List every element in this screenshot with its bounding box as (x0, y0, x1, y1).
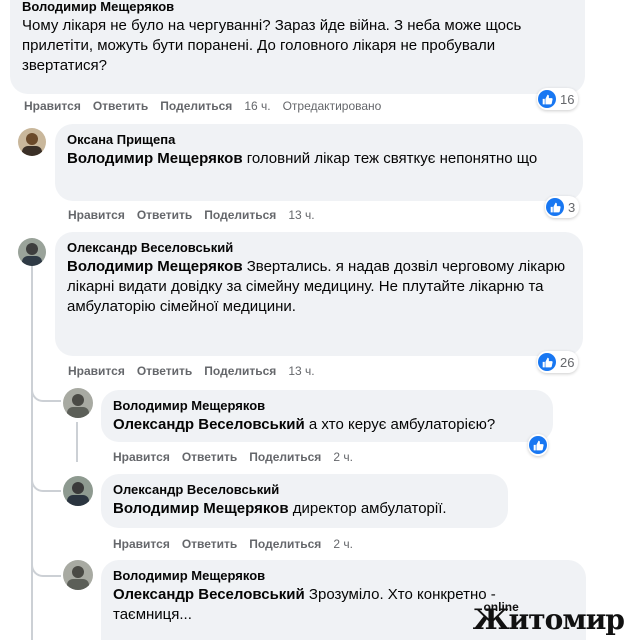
thumbs-up-icon (546, 198, 564, 216)
timestamp[interactable]: 2 ч. (333, 450, 353, 464)
comment-actions: Нравится Ответить Поделиться 16 ч. Отред… (24, 99, 381, 113)
comment-author[interactable]: Володимир Мещеряков (113, 398, 541, 413)
timestamp[interactable]: 16 ч. (244, 99, 270, 113)
comment-actions: Нравится Ответить Поделиться 13 ч. (68, 208, 315, 222)
reply-button[interactable]: Ответить (182, 537, 237, 551)
comment-text: Володимир Мещеряков директор амбулаторії… (113, 499, 496, 519)
comment-text: Олександр Веселовський а хто керує амбул… (113, 415, 541, 435)
comment-author[interactable]: Оксана Прищепа (67, 132, 571, 147)
comment-body: головний лікар теж святкує непонятно що (242, 150, 538, 167)
comment-bubble: Олександр Веселовський Володимир Мещеряк… (101, 474, 508, 528)
comment-bubble: Олександр Веселовський Володимир Мещеряк… (55, 232, 583, 356)
share-button[interactable]: Поделиться (249, 537, 321, 551)
thread-line (31, 238, 33, 640)
thread-connector (31, 370, 61, 402)
thumbs-up-icon (538, 90, 556, 108)
timestamp[interactable]: 2 ч. (333, 537, 353, 551)
like-button[interactable]: Нравится (113, 537, 170, 551)
comment-author[interactable]: Володимир Мещеряков (113, 568, 574, 583)
thread-connector (31, 545, 61, 577)
reaction-number: 16 (560, 91, 575, 107)
avatar[interactable] (63, 560, 93, 590)
reaction-number: 3 (568, 199, 576, 215)
comment-bubble: Володимир Мещеряков Чому лікаря не було … (10, 0, 585, 94)
reaction-count[interactable]: 16 (537, 88, 579, 110)
edited-label: Отредактировано (282, 99, 382, 113)
like-button[interactable]: Нравится (113, 450, 170, 464)
mention-link[interactable]: Олександр Веселовський (113, 416, 305, 433)
mention-link[interactable]: Олександр Веселовський (113, 586, 305, 603)
share-button[interactable]: Поделиться (160, 99, 232, 113)
reply-button[interactable]: Ответить (182, 450, 237, 464)
comment-actions: Нравится Ответить Поделиться 2 ч. (113, 450, 353, 464)
avatar[interactable] (18, 128, 46, 156)
comment-bubble: Оксана Прищепа Володимир Мещеряков голов… (55, 124, 583, 201)
mention-link[interactable]: Володимир Мещеряков (67, 150, 243, 167)
comment-body: директор амбулаторії. (288, 500, 447, 517)
comment-actions: Нравится Ответить Поделиться 2 ч. (113, 537, 353, 551)
comment-bubble: Володимир Мещеряков Олександр Веселовськ… (101, 390, 553, 442)
timestamp[interactable]: 13 ч. (288, 208, 314, 222)
avatar[interactable] (18, 238, 46, 266)
comment-author[interactable]: Олександр Веселовський (113, 482, 496, 497)
comment-text: Чому лікаря не було на чергуванні? Зараз… (22, 17, 522, 74)
thumbs-up-icon (538, 353, 556, 371)
like-button[interactable]: Нравится (68, 364, 125, 378)
reaction-count[interactable]: 26 (537, 351, 579, 373)
mention-link[interactable]: Володимир Мещеряков (67, 258, 243, 275)
reply-button[interactable]: Ответить (93, 99, 148, 113)
avatar[interactable] (63, 476, 93, 506)
avatar[interactable] (63, 388, 93, 418)
watermark-city: Житомир (472, 603, 625, 636)
timestamp[interactable]: 13 ч. (288, 364, 314, 378)
share-button[interactable]: Поделиться (204, 208, 276, 222)
like-button[interactable]: Нравится (24, 99, 81, 113)
reply-button[interactable]: Ответить (137, 364, 192, 378)
reply-button[interactable]: Ответить (137, 208, 192, 222)
reaction-number: 26 (560, 354, 575, 370)
thread-connector (31, 460, 61, 492)
like-button[interactable]: Нравится (68, 208, 125, 222)
site-watermark: online Житомир (473, 600, 625, 636)
thumbs-up-icon (529, 436, 547, 454)
comment-body: а хто керує амбулаторією? (304, 416, 496, 433)
comment-author[interactable]: Олександр Веселовський (67, 240, 571, 255)
comment-author[interactable]: Володимир Мещеряков (22, 0, 573, 14)
share-button[interactable]: Поделиться (204, 364, 276, 378)
comment-actions: Нравится Ответить Поделиться 13 ч. (68, 364, 315, 378)
thread-line (76, 422, 78, 462)
reaction-count[interactable]: 3 (545, 196, 580, 218)
comment-text: Володимир Мещеряков головний лікар теж с… (67, 149, 571, 169)
mention-link[interactable]: Володимир Мещеряков (113, 500, 289, 517)
comment-text: Володимир Мещеряков Звертались. я надав … (67, 257, 571, 317)
share-button[interactable]: Поделиться (249, 450, 321, 464)
reaction-count[interactable] (528, 434, 548, 456)
